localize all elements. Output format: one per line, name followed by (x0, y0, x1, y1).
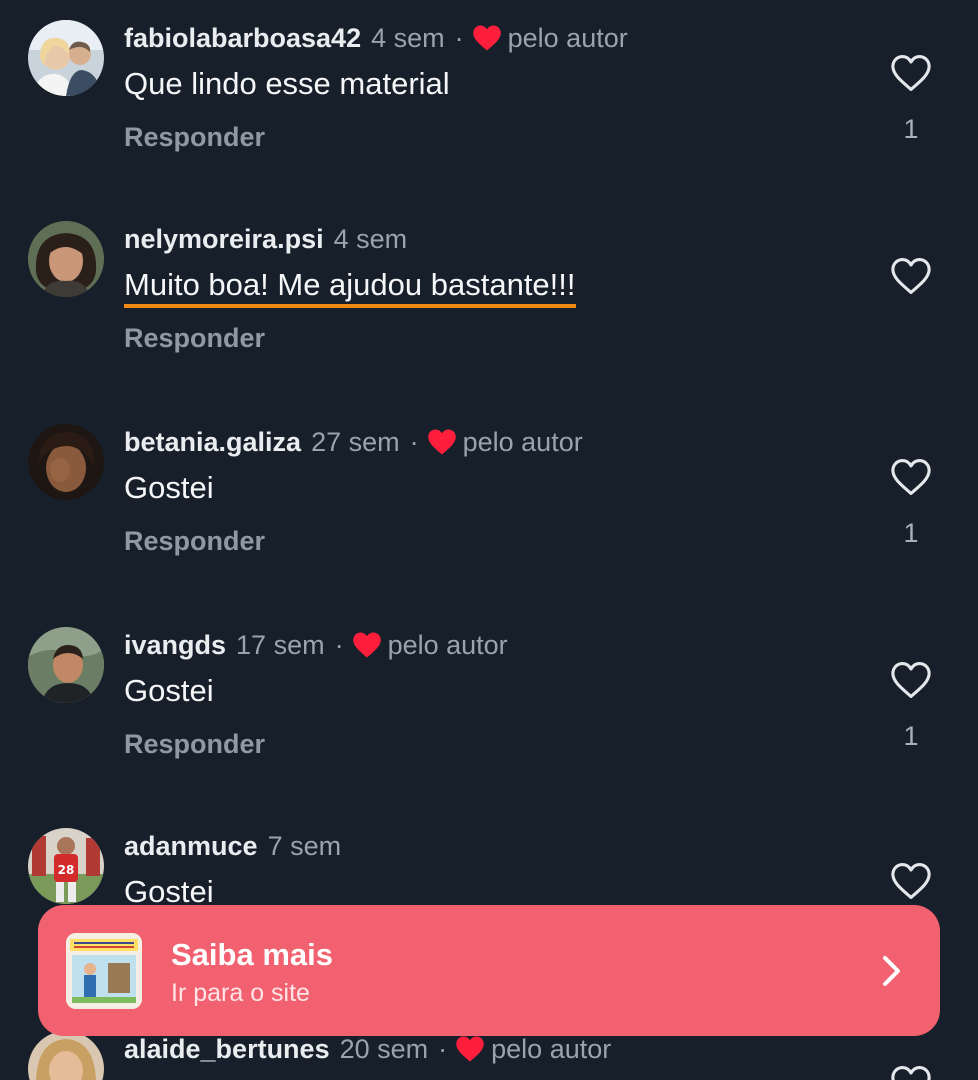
comment-timestamp: 20 sem (339, 1033, 429, 1064)
separator-dot: · (409, 426, 419, 457)
comment-header: nelymoreira.psi 4 sem (124, 219, 407, 259)
reply-button[interactable]: Responder (124, 729, 265, 760)
author-heart-icon (456, 1036, 484, 1062)
author-heart-icon (472, 25, 501, 51)
separator-dot: · (454, 22, 464, 53)
banner-subtitle: Ir para o site (171, 979, 310, 1007)
comment-item: fabiolabarboasa42 4 sem · pelo autor Que… (0, 18, 978, 198)
comment-username[interactable]: fabiolabarboasa42 (124, 23, 361, 54)
comment-item: nelymoreira.psi 4 sem Muito boa! Me ajud… (0, 219, 978, 399)
comment-timestamp: 4 sem (333, 223, 408, 254)
author-liked-label: pelo autor (387, 629, 508, 660)
like-heart-icon[interactable] (890, 862, 932, 900)
like-count: 1 (903, 518, 919, 548)
chevron-right-icon (883, 956, 900, 986)
comment-text: Gostei (124, 470, 214, 505)
banner-thumbnail (66, 933, 142, 1009)
separator-dot: · (334, 629, 344, 660)
comment-item: alaide_bertunes 20 sem · pelo autor (0, 1029, 978, 1080)
avatar[interactable] (28, 1031, 104, 1080)
author-liked-label: pelo autor (507, 22, 628, 53)
comment-username[interactable]: nelymoreira.psi (124, 224, 324, 255)
like-count: 1 (903, 114, 919, 144)
comment-header: ivangds 17 sem · pelo autor (124, 625, 508, 665)
svg-text:28: 28 (58, 863, 75, 877)
comment-item: ivangds 17 sem · pelo autor Gostei Respo… (0, 625, 978, 805)
reply-button[interactable]: Responder (124, 323, 265, 354)
comment-text: Muito boa! Me ajudou bastante!!! (124, 267, 576, 308)
comment-timestamp: 7 sem (267, 830, 342, 861)
comment-header: adanmuce 7 sem (124, 826, 341, 866)
like-heart-icon[interactable] (890, 54, 932, 92)
comment-timestamp: 17 sem (236, 629, 325, 660)
like-count: 1 (903, 721, 919, 751)
avatar[interactable] (28, 424, 104, 500)
comment-header: fabiolabarboasa42 4 sem · pelo autor (124, 18, 628, 58)
avatar[interactable]: 28 (28, 828, 104, 904)
avatar[interactable] (28, 20, 104, 96)
author-liked-label: pelo autor (491, 1033, 612, 1064)
avatar[interactable] (28, 627, 104, 703)
reply-button[interactable]: Responder (124, 526, 265, 557)
author-liked-label: pelo autor (462, 426, 583, 457)
highlighted-text: Muito boa! Me ajudou bastante!!! (124, 267, 576, 308)
learn-more-banner[interactable]: Saiba mais Ir para o site (38, 905, 940, 1036)
like-heart-icon[interactable] (890, 1065, 932, 1080)
comment-timestamp: 27 sem (311, 426, 400, 457)
comment-text: Gostei (124, 673, 214, 708)
comment-text: Que lindo esse material (124, 66, 450, 101)
author-heart-icon (427, 429, 456, 455)
like-heart-icon[interactable] (890, 257, 932, 295)
reply-button[interactable]: Responder (124, 122, 265, 153)
comment-username[interactable]: ivangds (124, 630, 226, 661)
comment-item: betania.galiza 27 sem · pelo autor Goste… (0, 422, 978, 602)
banner-title: Saiba mais (171, 937, 333, 972)
comment-username[interactable]: betania.galiza (124, 427, 301, 458)
like-heart-icon[interactable] (890, 458, 932, 496)
avatar[interactable] (28, 221, 104, 297)
separator-dot: · (438, 1033, 448, 1064)
like-heart-icon[interactable] (890, 661, 932, 699)
comment-timestamp: 4 sem (371, 22, 445, 53)
author-heart-icon (352, 632, 381, 658)
comment-username[interactable]: adanmuce (124, 831, 258, 862)
comment-header: betania.galiza 27 sem · pelo autor (124, 422, 583, 462)
comment-username[interactable]: alaide_bertunes (124, 1034, 330, 1065)
